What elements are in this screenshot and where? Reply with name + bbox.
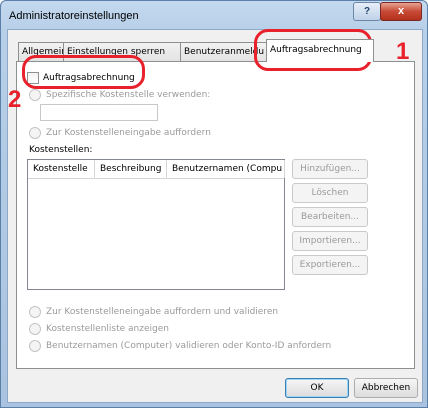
column-user-names[interactable]: Benutzernamen (Compu (167, 160, 285, 178)
help-button[interactable]: ? (353, 2, 381, 21)
show-list-radio[interactable] (29, 323, 41, 335)
show-list-label: Kostenstellenliste anzeigen (46, 324, 169, 334)
title-bar[interactable]: Administratoreinstellungen ? x (1, 1, 427, 29)
specific-cost-center-label: Spezifische Kostenstelle verwenden: (46, 90, 211, 100)
specific-cost-center-radio[interactable] (29, 89, 41, 101)
prompt-cost-center-label: Zur Kostenstelleneingabe auffordern (46, 128, 211, 138)
column-cost-center[interactable]: Kostenstelle (28, 160, 95, 178)
import-button[interactable]: Importieren... (292, 231, 368, 251)
delete-button[interactable]: Löschen (292, 183, 368, 203)
prompt-cost-center-radio-row[interactable]: Zur Kostenstelleneingabe auffordern (29, 127, 211, 139)
callout-highlight-checkbox (22, 55, 145, 89)
cost-centers-label: Kostenstellen: (29, 145, 93, 155)
cost-center-list[interactable]: Kostenstelle Beschreibung Benutzernamen … (27, 159, 285, 290)
cancel-button[interactable]: Abbrechen (354, 378, 418, 398)
close-button[interactable]: x (380, 2, 422, 21)
step-number-2: 2 (8, 86, 22, 113)
validate-user-radio[interactable] (29, 340, 41, 352)
validate-user-label: Benutzernamen (Computer) validieren oder… (46, 341, 332, 351)
tab-job-accounting[interactable]: Auftragsabrechnung (266, 39, 374, 62)
specific-cost-center-radio-row[interactable]: Spezifische Kostenstelle verwenden: (29, 89, 210, 101)
cost-center-input[interactable] (40, 104, 158, 121)
edit-button[interactable]: Bearbeiten... (292, 207, 368, 227)
prompt-cost-center-radio[interactable] (29, 127, 41, 139)
export-button[interactable]: Exportieren... (292, 255, 368, 275)
add-button[interactable]: Hinzufügen... (292, 159, 368, 179)
prompt-validate-label: Zur Kostenstelleneingabe auffordern und … (46, 307, 279, 317)
prompt-validate-radio-row[interactable]: Zur Kostenstelleneingabe auffordern und … (29, 306, 278, 318)
show-list-radio-row[interactable]: Kostenstellenliste anzeigen (29, 323, 169, 335)
step-number-1: 1 (396, 38, 410, 65)
validate-user-radio-row[interactable]: Benutzernamen (Computer) validieren oder… (29, 340, 331, 352)
column-description[interactable]: Beschreibung (95, 160, 167, 178)
tab-panel-job-accounting: Auftragsabrechnung Spezifische Kostenste… (16, 61, 415, 369)
list-header: Kostenstelle Beschreibung Benutzernamen … (28, 160, 285, 179)
ok-button[interactable]: OK (285, 378, 349, 398)
window-title: Administratoreinstellungen (9, 10, 139, 22)
prompt-validate-radio[interactable] (29, 306, 41, 318)
